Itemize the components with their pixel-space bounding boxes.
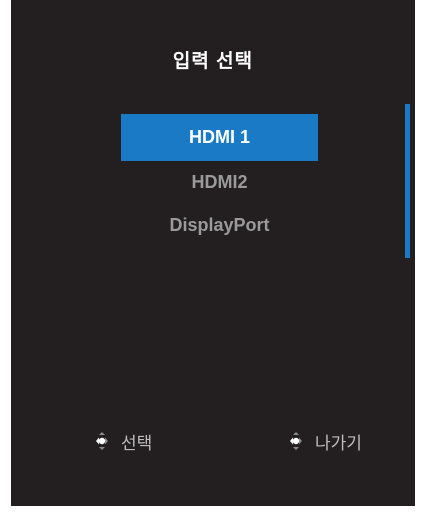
scrollbar[interactable] — [405, 104, 410, 258]
input-option-displayport[interactable]: DisplayPort — [121, 204, 318, 247]
input-source-list: HDMI 1 HDMI2 DisplayPort — [121, 114, 318, 247]
menu-title: 입력 선택 — [172, 51, 254, 72]
joystick-left-icon — [96, 432, 108, 450]
select-hint: 선택 — [89, 428, 152, 454]
select-hint-label: 선택 — [121, 433, 153, 453]
exit-hint-label: 나가기 — [315, 433, 362, 453]
input-option-hdmi2[interactable]: HDMI2 — [121, 161, 318, 204]
exit-hint: 나가기 — [283, 428, 362, 454]
osd-menu-panel: 입력 선택 HDMI 1 HDMI2 DisplayPort 선택 나가기 — [11, 0, 415, 506]
joystick-left-icon — [290, 432, 302, 450]
input-option-hdmi1[interactable]: HDMI 1 — [121, 114, 318, 161]
